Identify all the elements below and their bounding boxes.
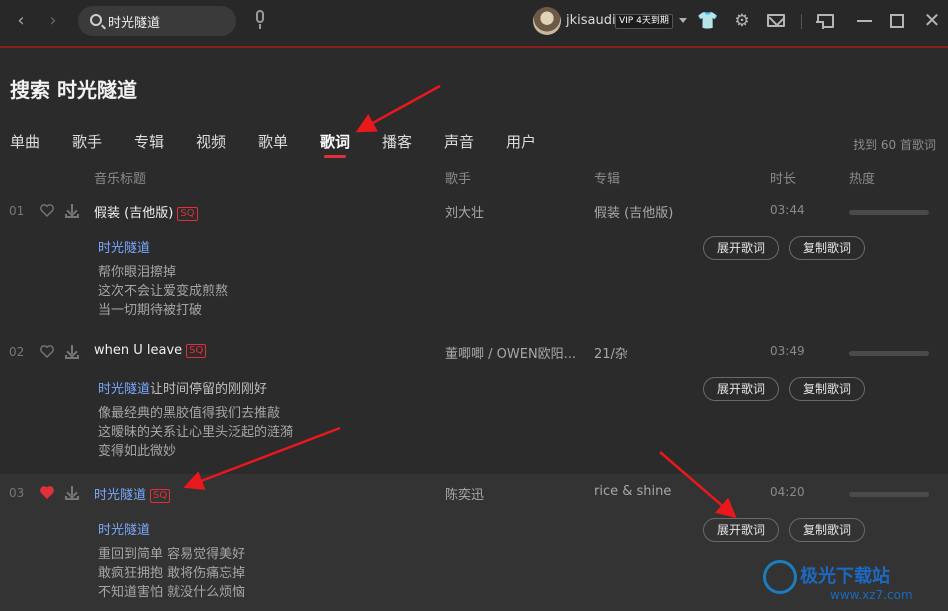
song-album[interactable]: 21/杂 xyxy=(594,343,628,362)
column-header-artist: 歌手 xyxy=(445,172,472,187)
lyric-line: 敢疯狂拥抱 敢将伤痛忘掉 xyxy=(98,566,246,581)
song-duration: 04:20 xyxy=(770,485,805,499)
sq-badge: SQ xyxy=(177,207,198,221)
table-row[interactable]: 01 假装 (吉他版) SQ 刘大壮 假装 (吉他版) 03:44 时光隧道 帮你… xyxy=(0,192,948,330)
maximize-icon[interactable] xyxy=(890,14,904,28)
row-index: 03 xyxy=(9,486,25,500)
lyric-line: 重回到简单 容易觉得美好 xyxy=(98,547,246,562)
column-header-heat: 热度 xyxy=(849,172,876,187)
song-duration: 03:49 xyxy=(770,344,805,358)
lyric-line: 这暧昧的关系让心里头泛起的涟漪 xyxy=(98,425,294,440)
copy-lyrics-button[interactable]: 复制歌词 xyxy=(789,236,865,260)
heart-filled-icon[interactable] xyxy=(40,486,54,499)
username[interactable]: jkisaudi xyxy=(566,13,616,28)
lyric-match: 时光隧道 xyxy=(98,519,150,538)
song-album[interactable]: 假装 (吉他版) xyxy=(594,202,673,221)
tab-podcasts[interactable]: 播客 xyxy=(382,131,412,152)
chevron-down-icon[interactable] xyxy=(679,18,687,23)
expand-lyrics-button[interactable]: 展开歌词 xyxy=(703,377,779,401)
song-duration: 03:44 xyxy=(770,203,805,217)
song-title[interactable]: when U leave SQ xyxy=(94,343,207,358)
forward-arrow-icon[interactable]: › xyxy=(42,10,64,32)
heart-icon[interactable] xyxy=(40,204,54,217)
watermark-name: 极光下载站 xyxy=(800,566,890,587)
song-artist[interactable]: 陈奕迅 xyxy=(445,484,484,503)
tab-videos[interactable]: 视频 xyxy=(196,131,226,152)
song-title-text[interactable]: 时光隧道 xyxy=(94,488,146,503)
back-arrow-icon[interactable]: ‹ xyxy=(10,10,32,32)
sq-badge: SQ xyxy=(186,344,207,358)
tab-audio[interactable]: 声音 xyxy=(444,131,474,152)
lyric-match-keyword: 时光隧道 xyxy=(98,523,151,538)
search-icon xyxy=(90,14,102,26)
lyric-match-rest: 让时间停留的刚刚好 xyxy=(150,382,268,397)
heart-icon[interactable] xyxy=(40,345,54,358)
song-title-text[interactable]: when U leave xyxy=(94,343,182,358)
heat-bar xyxy=(849,492,929,497)
song-title[interactable]: 假装 (吉他版) SQ xyxy=(94,202,198,221)
lyric-line: 像最经典的黑胶值得我们去推敲 xyxy=(98,406,281,421)
lyric-line: 帮你眼泪擦掉 xyxy=(98,265,177,280)
lyric-line: 不知道害怕 就没什么烦恼 xyxy=(98,585,246,600)
skin-shirt-icon[interactable]: 👕 xyxy=(697,11,718,31)
arrow-to-lyrics-tab xyxy=(355,84,441,133)
gear-icon[interactable]: ⚙ xyxy=(732,11,752,31)
search-input[interactable] xyxy=(108,6,228,36)
column-header-title: 音乐标题 xyxy=(94,172,147,187)
expand-lyrics-button[interactable]: 展开歌词 xyxy=(703,518,779,542)
lyric-match: 时光隧道让时间停留的刚刚好 xyxy=(98,378,267,397)
sq-badge: SQ xyxy=(150,489,171,503)
page-title: 搜索 时光隧道 xyxy=(10,78,137,102)
copy-lyrics-button[interactable]: 复制歌词 xyxy=(789,377,865,401)
lyric-match-keyword: 时光隧道 xyxy=(98,241,151,256)
expand-lyrics-button[interactable]: 展开歌词 xyxy=(703,236,779,260)
avatar[interactable] xyxy=(533,7,561,35)
song-artist[interactable]: 董唧唧 / OWEN欧阳... xyxy=(445,343,576,362)
song-album[interactable]: rice & shine xyxy=(594,484,671,499)
column-header-duration: 时长 xyxy=(770,172,797,187)
tab-songs[interactable]: 单曲 xyxy=(10,131,40,152)
download-icon[interactable] xyxy=(64,484,80,500)
close-icon[interactable]: ✕ xyxy=(922,10,942,30)
divider xyxy=(801,14,802,29)
lyric-match-keyword: 时光隧道 xyxy=(98,382,151,397)
table-row[interactable]: 03 时光隧道 SQ 陈奕迅 rice & shine 04:20 时光隧道 重回… xyxy=(0,474,948,611)
tab-lyrics[interactable]: 歌词 xyxy=(320,131,350,158)
heat-bar xyxy=(849,351,929,356)
lyric-match: 时光隧道 xyxy=(98,237,150,256)
heat-bar xyxy=(849,210,929,215)
download-icon[interactable] xyxy=(64,343,80,359)
song-title[interactable]: 时光隧道 SQ xyxy=(94,484,171,503)
tab-artists[interactable]: 歌手 xyxy=(72,131,102,152)
mini-player-icon[interactable] xyxy=(816,14,834,29)
search-box[interactable] xyxy=(78,6,236,36)
title-bar: ‹ › jkisaudi VIP 4天到期 👕 ⚙ ✕ xyxy=(0,0,948,48)
voice-search-icon[interactable] xyxy=(253,10,267,30)
tab-playlists[interactable]: 歌单 xyxy=(258,131,288,152)
download-icon[interactable] xyxy=(64,202,80,218)
row-index: 01 xyxy=(9,204,25,218)
tab-albums[interactable]: 专辑 xyxy=(134,131,164,152)
song-artist[interactable]: 刘大壮 xyxy=(445,202,484,221)
lyric-line: 当一切期待被打破 xyxy=(98,303,203,318)
column-header-album: 专辑 xyxy=(594,172,621,187)
row-index: 02 xyxy=(9,345,25,359)
watermark-url: www.xz7.com xyxy=(830,588,913,602)
vip-badge[interactable]: VIP 4天到期 xyxy=(615,14,673,29)
lyric-line: 这次不会让爱变成煎熬 xyxy=(98,284,229,299)
song-title-text[interactable]: 假装 (吉他版) xyxy=(94,206,173,221)
copy-lyrics-button[interactable]: 复制歌词 xyxy=(789,518,865,542)
tab-users[interactable]: 用户 xyxy=(506,131,536,152)
minimize-icon[interactable] xyxy=(857,20,872,22)
table-row[interactable]: 02 when U leave SQ 董唧唧 / OWEN欧阳... 21/杂 0… xyxy=(0,333,948,474)
result-count: 找到 60 首歌词 xyxy=(853,138,936,152)
mail-icon[interactable] xyxy=(767,14,785,27)
watermark-logo-icon xyxy=(763,560,797,594)
lyric-line: 变得如此微妙 xyxy=(98,444,177,459)
